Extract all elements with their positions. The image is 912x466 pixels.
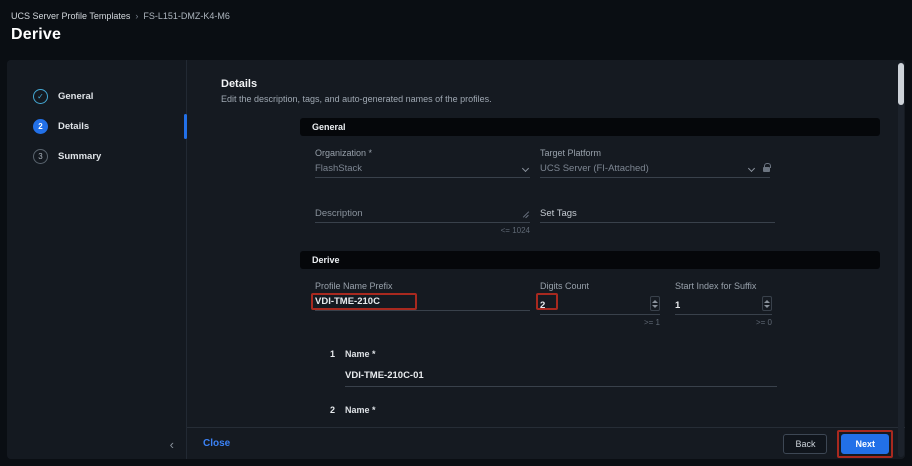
breadcrumb-template-name: FS-L151-DMZ-K4-M6 xyxy=(143,11,230,21)
step-number-2: 2 xyxy=(33,119,48,134)
digits-count-input-wrap xyxy=(540,296,660,315)
start-index-field: Start Index for Suffix >= 0 xyxy=(675,281,772,327)
digits-count-label: Digits Count xyxy=(540,281,660,291)
breadcrumb: UCS Server Profile Templates › FS-L151-D… xyxy=(11,11,912,21)
wizard-step-summary-label: Summary xyxy=(58,151,101,162)
description-field: <= 1024 xyxy=(315,208,530,235)
set-tags-input[interactable] xyxy=(540,208,775,219)
row-index: 1 xyxy=(330,349,335,359)
name-label: Name * xyxy=(345,405,777,415)
wizard-steps: ✓ General 2 Details 3 Summary xyxy=(7,60,186,171)
start-index-input-wrap xyxy=(675,296,772,315)
stepper-up-icon[interactable] xyxy=(652,300,658,303)
details-step-content: Details Edit the description, tags, and … xyxy=(187,60,905,459)
next-button[interactable]: Next xyxy=(841,434,889,454)
wizard-sidebar: ✓ General 2 Details 3 Summary ‹ xyxy=(7,60,187,459)
stepper-up-icon[interactable] xyxy=(764,300,770,303)
organization-value: FlashStack xyxy=(315,163,519,174)
chevron-down-icon xyxy=(748,165,755,172)
digits-count-stepper[interactable] xyxy=(650,296,660,311)
start-index-input[interactable] xyxy=(675,300,762,311)
description-input[interactable] xyxy=(315,208,522,219)
wizard-footer: Close Back Next xyxy=(187,427,905,459)
set-tags-field xyxy=(540,208,775,235)
profile-name-prefix-input[interactable] xyxy=(315,296,530,307)
start-index-label: Start Index for Suffix xyxy=(675,281,772,291)
wizard-step-details[interactable]: 2 Details xyxy=(7,112,186,141)
derived-name-row: 1 Name * xyxy=(315,349,777,387)
target-platform-field: Target Platform UCS Server (FI-Attached) xyxy=(540,148,770,178)
resize-grip-icon[interactable] xyxy=(522,210,530,218)
close-button[interactable]: Close xyxy=(203,438,230,449)
check-icon: ✓ xyxy=(33,89,48,104)
start-index-hint: >= 0 xyxy=(675,318,772,327)
description-hint: <= 1024 xyxy=(315,226,530,235)
organization-label: Organization * xyxy=(315,148,530,158)
breadcrumb-templates-link[interactable]: UCS Server Profile Templates xyxy=(11,11,130,21)
target-platform-select: UCS Server (FI-Attached) xyxy=(540,163,770,178)
page-title: Derive xyxy=(11,26,912,44)
profile-name-prefix-input-wrap xyxy=(315,296,530,311)
stepper-down-icon[interactable] xyxy=(652,305,658,308)
organization-field: Organization * FlashStack xyxy=(315,148,530,178)
derive-wizard-panel: ✓ General 2 Details 3 Summary ‹ Details … xyxy=(7,60,905,459)
page-header: UCS Server Profile Templates › FS-L151-D… xyxy=(0,0,912,58)
step-heading-block: Details Edit the description, tags, and … xyxy=(187,60,905,104)
stepper-down-icon[interactable] xyxy=(764,305,770,308)
step-subheading: Edit the description, tags, and auto-gen… xyxy=(221,94,905,104)
lock-icon xyxy=(763,167,770,172)
derive-section-header: Derive xyxy=(300,251,880,269)
prefix-digits-start-row: Profile Name Prefix Digits Count xyxy=(300,281,880,327)
org-platform-row: Organization * FlashStack Target Platfor… xyxy=(300,148,880,178)
wizard-step-general[interactable]: ✓ General xyxy=(7,82,186,111)
description-input-wrap xyxy=(315,208,530,223)
derived-name-input-1[interactable] xyxy=(345,370,476,381)
profile-name-prefix-field: Profile Name Prefix xyxy=(315,281,530,327)
name-label: Name * xyxy=(345,349,777,359)
start-index-stepper[interactable] xyxy=(762,296,772,311)
profile-name-prefix-label: Profile Name Prefix xyxy=(315,281,530,291)
target-platform-label: Target Platform xyxy=(540,148,770,158)
set-tags-input-wrap xyxy=(540,208,775,223)
next-button-wrap: Next xyxy=(841,434,889,454)
breadcrumb-separator-icon: › xyxy=(135,11,138,21)
digits-count-hint: >= 1 xyxy=(540,318,660,327)
name-input-wrap xyxy=(345,365,777,387)
description-tags-row: <= 1024 xyxy=(300,208,880,235)
step-number-3: 3 xyxy=(33,149,48,164)
general-section-header: General xyxy=(300,118,880,136)
target-platform-value: UCS Server (FI-Attached) xyxy=(540,163,745,174)
row-index: 2 xyxy=(330,405,335,415)
wizard-step-details-label: Details xyxy=(58,121,89,132)
digits-count-field: Digits Count >= 1 xyxy=(540,281,660,327)
step-heading: Details xyxy=(221,78,905,90)
details-form: General Organization * FlashStack Target… xyxy=(300,118,880,443)
wizard-step-summary[interactable]: 3 Summary xyxy=(7,142,186,171)
vertical-scrollbar[interactable] xyxy=(898,62,904,457)
back-button[interactable]: Back xyxy=(783,434,827,454)
wizard-step-general-label: General xyxy=(58,91,93,102)
chevron-down-icon xyxy=(522,165,529,172)
organization-select[interactable]: FlashStack xyxy=(315,163,530,178)
scrollbar-thumb[interactable] xyxy=(898,63,904,105)
digits-count-input[interactable] xyxy=(540,300,650,311)
sidebar-collapse-icon[interactable]: ‹ xyxy=(170,438,174,451)
